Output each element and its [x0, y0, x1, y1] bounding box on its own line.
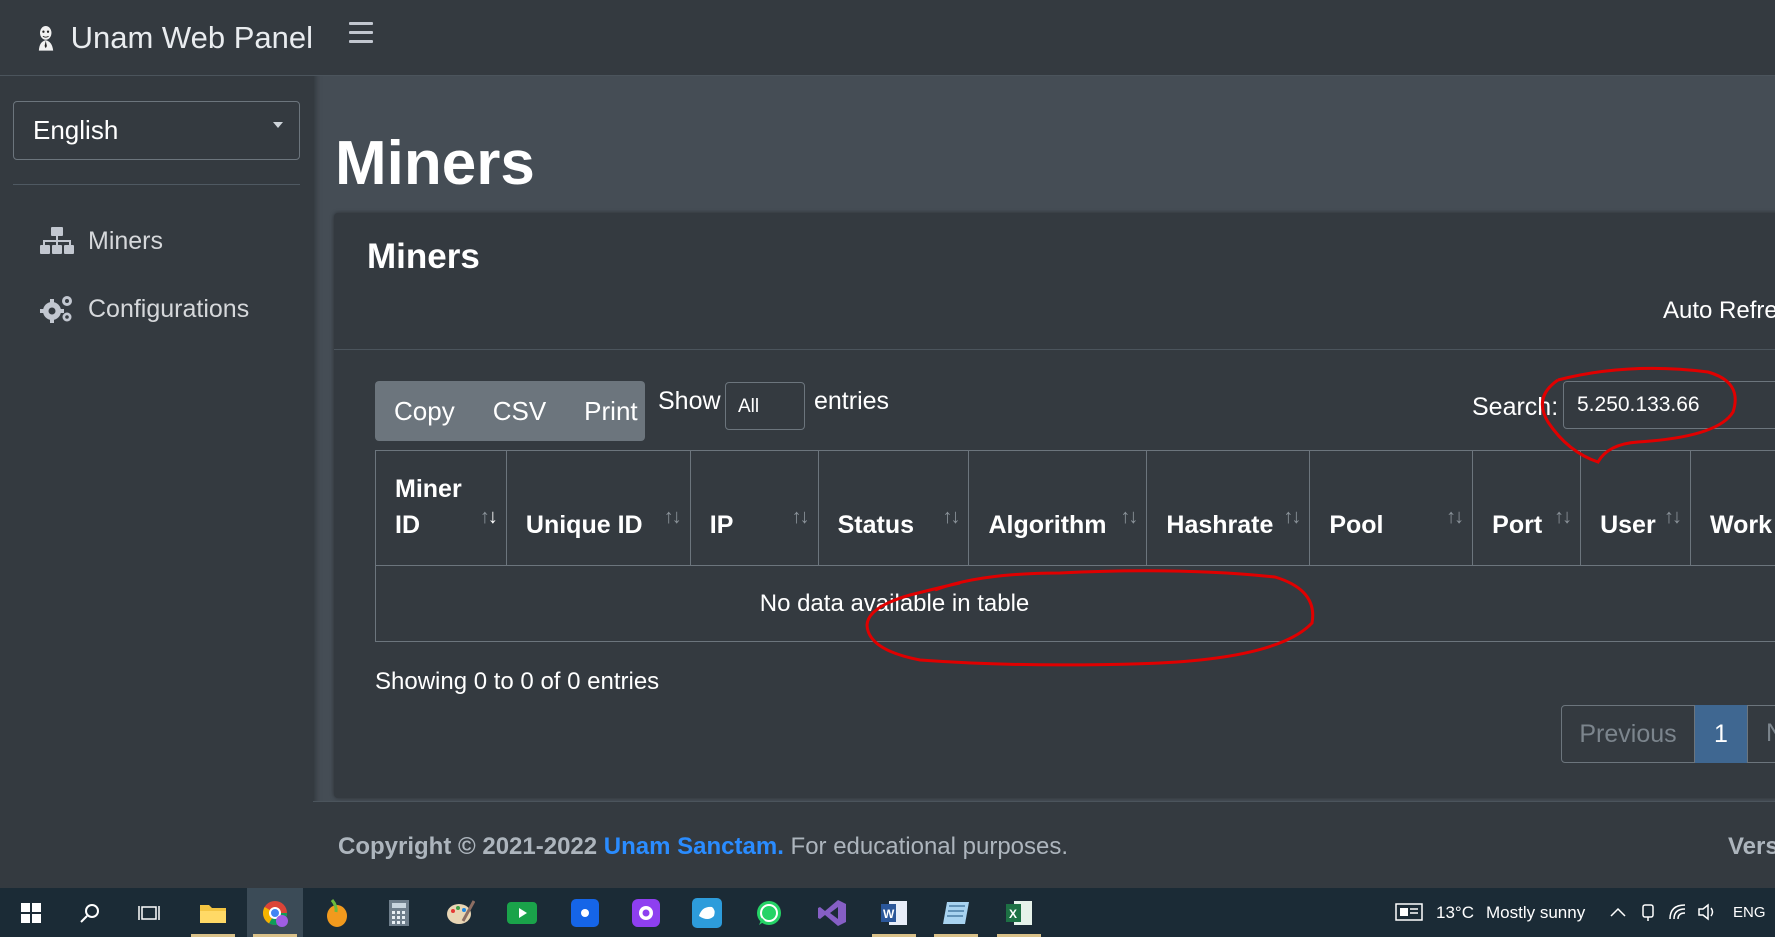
empty-table-message: No data available in table [375, 565, 1775, 642]
sidebar-item-label: Configurations [88, 294, 250, 323]
column-header-hashrate[interactable]: Hashrate ↑↓ [1146, 450, 1311, 566]
svg-text:W: W [883, 907, 895, 921]
windows-start-icon[interactable] [3, 888, 59, 937]
column-header-unique-id[interactable]: Unique ID ↑↓ [505, 450, 691, 566]
next-page-button[interactable]: N [1747, 705, 1775, 763]
svg-text:X: X [1009, 907, 1017, 921]
media-player-icon[interactable] [494, 888, 550, 937]
card-header: Miners Auto Refre [334, 213, 1775, 350]
whatsapp-icon[interactable] [741, 888, 797, 937]
word-icon[interactable]: W [866, 888, 922, 937]
language-select-value: English [33, 115, 119, 145]
auto-refresh-label[interactable]: Auto Refre [1663, 297, 1775, 325]
language-select[interactable]: English [13, 101, 300, 160]
weather-description[interactable]: Mostly sunny [1486, 903, 1585, 923]
sort-icon: ↑↓ [791, 506, 810, 528]
excel-icon[interactable]: X [991, 888, 1047, 937]
visual-studio-icon[interactable] [804, 888, 860, 937]
previous-page-button[interactable]: Previous [1561, 705, 1695, 763]
brand[interactable]: Unam Web Panel [0, 0, 313, 76]
input-language[interactable]: ENG [1733, 904, 1766, 921]
app-dot-icon[interactable] [557, 888, 613, 937]
entries-length-select[interactable]: All [725, 382, 805, 430]
sort-icon: ↑↓ [1283, 506, 1301, 528]
app-d-icon[interactable] [618, 888, 674, 937]
miners-table: Miner ID ↑↓ Unique ID ↑↓ IP ↑↓ Status ↑↓ [375, 450, 1775, 642]
fl-studio-icon[interactable] [309, 888, 365, 937]
footer-link[interactable]: Unam Sanctam. [604, 833, 784, 860]
sidebar-item-label: Miners [88, 226, 164, 255]
news-weather-icon[interactable] [1395, 902, 1425, 922]
brand-logo-icon [38, 25, 54, 51]
calculator-icon[interactable] [371, 888, 427, 937]
brand-title: Unam Web Panel [70, 19, 313, 55]
csv-button[interactable]: CSV [474, 396, 565, 427]
column-header-port[interactable]: Port ↑↓ [1472, 450, 1582, 566]
table-header-row: Miner ID ↑↓ Unique ID ↑↓ IP ↑↓ Status ↑↓ [375, 450, 1775, 566]
miners-card: Miners Auto Refre Copy CSV Print Show Al… [334, 213, 1775, 798]
volume-icon[interactable] [1697, 902, 1719, 922]
taskbar: W X 13°C Mostly sunny ENG [0, 888, 1775, 937]
task-view-icon[interactable] [121, 888, 177, 937]
file-explorer-icon[interactable] [185, 888, 241, 937]
column-header-algorithm[interactable]: Algorithm ↑↓ [968, 450, 1148, 566]
show-label: Show [658, 387, 721, 415]
caret-down-icon [273, 122, 283, 128]
card-title: Miners [367, 237, 480, 276]
print-button[interactable]: Print [565, 396, 656, 427]
wifi-icon[interactable] [1668, 902, 1688, 922]
network-icon [40, 227, 74, 254]
table-info: Showing 0 to 0 of 0 entries [375, 668, 660, 695]
sort-icon: ↑↓ [1554, 506, 1572, 528]
topbar [313, 0, 1775, 76]
footer: Copyright © 2021-2022 Unam Sanctam. For … [313, 801, 1775, 888]
sort-icon: ↑↓ [1446, 506, 1464, 528]
search-icon[interactable] [62, 888, 118, 937]
export-button-group: Copy CSV Print [375, 381, 645, 441]
column-header-worker[interactable]: Work [1690, 450, 1775, 566]
footer-version: Vers [1728, 833, 1775, 860]
column-header-ip[interactable]: IP ↑↓ [689, 450, 819, 566]
search-input[interactable]: 5.250.133.66 [1563, 381, 1775, 429]
column-header-user[interactable]: User ↑↓ [1580, 450, 1692, 566]
sidebar-divider [13, 184, 300, 185]
column-header-miner-id[interactable]: Miner ID ↑↓ [375, 450, 507, 566]
sidebar-item-miners[interactable]: Miners [40, 226, 163, 256]
sort-icon: ↑↓ [1120, 506, 1138, 528]
sidebar-item-configurations[interactable]: Configurations [40, 294, 249, 324]
table-row: No data available in table [375, 565, 1775, 642]
column-header-pool[interactable]: Pool ↑↓ [1309, 450, 1474, 566]
paint-icon[interactable] [432, 888, 488, 937]
entries-label: entries [814, 387, 890, 415]
copy-button[interactable]: Copy [375, 396, 474, 427]
sort-icon: ↑↓ [942, 506, 960, 528]
column-header-status[interactable]: Status ↑↓ [817, 450, 970, 566]
chevron-up-icon[interactable] [1610, 906, 1626, 918]
sidebar: Unam Web Panel English Miners Configurat… [0, 0, 313, 888]
app-bird-icon[interactable] [679, 888, 735, 937]
sort-icon: ↑↓ [1664, 506, 1682, 528]
page-1-button[interactable]: 1 [1695, 705, 1747, 763]
menu-toggle-icon[interactable] [349, 22, 373, 44]
search-label: Search: [1472, 393, 1559, 421]
chrome-icon[interactable] [247, 888, 303, 937]
pagination: Previous 1 N [1561, 705, 1775, 763]
gears-icon [40, 296, 72, 323]
meet-now-icon[interactable] [1640, 902, 1658, 922]
footer-copyright: Copyright © 2021-2022 Unam Sanctam. For … [338, 833, 1069, 860]
notes-icon[interactable] [928, 888, 984, 937]
sort-icon: ↑↓ [663, 506, 682, 528]
weather-temp[interactable]: 13°C [1436, 903, 1474, 923]
sort-icon: ↑↓ [479, 506, 498, 528]
page-title: Miners [335, 129, 535, 198]
